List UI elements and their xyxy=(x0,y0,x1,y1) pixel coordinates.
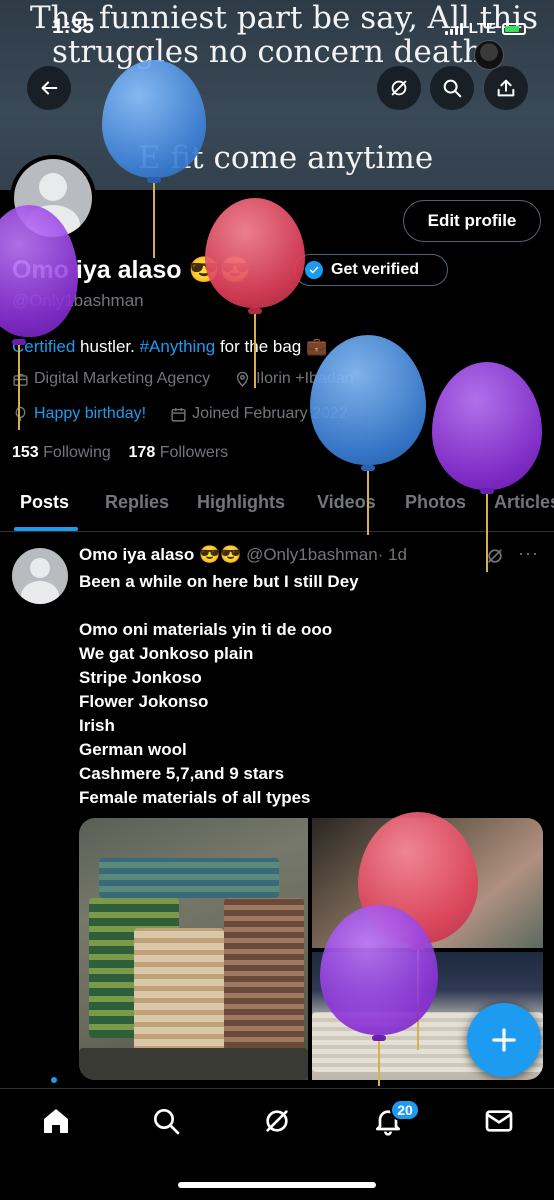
balloon-purple-3 xyxy=(320,905,440,1090)
post-line: Irish xyxy=(79,716,115,735)
post-line: Omo oni materials yin ti de ooo xyxy=(79,620,333,639)
verified-badge-icon xyxy=(305,261,323,279)
network-label: LTE xyxy=(468,20,496,37)
search-button[interactable] xyxy=(430,66,474,110)
grok-button[interactable] xyxy=(377,66,421,110)
messages-icon xyxy=(485,1110,513,1132)
bio-hashtag-link[interactable]: #Anything xyxy=(140,337,216,356)
nav-home[interactable] xyxy=(40,1105,72,1137)
notification-count-badge: 20 xyxy=(390,1099,420,1121)
post-line xyxy=(79,594,359,618)
followers-link[interactable]: 178 Followers xyxy=(129,444,229,461)
battery-icon xyxy=(502,22,526,35)
grok-icon xyxy=(391,80,407,96)
search-icon xyxy=(154,1109,180,1135)
bio-text: hustler. xyxy=(80,337,135,356)
nav-search[interactable] xyxy=(150,1105,182,1137)
post-avatar[interactable] xyxy=(12,548,68,604)
post-text: Been a while on here but I still Dey Omo… xyxy=(79,570,359,810)
nav-grok[interactable] xyxy=(261,1105,293,1137)
tab-posts[interactable]: Posts xyxy=(20,492,69,513)
calendar-icon xyxy=(171,407,186,422)
post-line: Female materials of all types xyxy=(79,788,311,807)
back-icon xyxy=(41,81,58,95)
balloon-red-1 xyxy=(205,198,305,388)
new-posts-dot xyxy=(51,1077,57,1083)
get-verified-label: Get verified xyxy=(331,261,420,278)
back-button[interactable] xyxy=(27,66,71,110)
post-time: · 1d xyxy=(377,545,407,564)
status-indicators: LTE xyxy=(444,20,526,37)
status-time: 1:35 xyxy=(52,15,95,38)
balloon-blue-2 xyxy=(310,335,428,535)
compose-post-button[interactable] xyxy=(467,1003,541,1077)
post-author[interactable]: Omo iya alaso 😎😎 xyxy=(79,545,241,564)
get-verified-button[interactable]: Get verified xyxy=(294,254,448,286)
post-line: We gat Jonkoso plain xyxy=(79,644,254,663)
share-button[interactable] xyxy=(484,66,528,110)
signal-icon xyxy=(444,22,463,35)
following-link[interactable]: 153 Following xyxy=(12,444,111,461)
share-icon xyxy=(497,79,515,97)
plus-icon xyxy=(492,1028,516,1052)
search-icon xyxy=(443,79,462,98)
post-line: German wool xyxy=(79,740,187,759)
edit-profile-button[interactable]: Edit profile xyxy=(403,200,541,242)
balloon-blue-1 xyxy=(102,60,208,260)
follow-stats: 153 Following 178 Followers xyxy=(12,444,228,462)
post-image-fabrics-stack[interactable] xyxy=(79,818,308,1080)
post-line: Flower Jokonso xyxy=(79,692,209,711)
post-line: Cashmere 5,7,and 9 stars xyxy=(79,764,285,783)
active-tab-indicator xyxy=(14,527,78,531)
tab-replies[interactable]: Replies xyxy=(105,492,169,513)
post-handle[interactable]: @Only1bashman xyxy=(246,545,378,564)
home-icon xyxy=(44,1109,68,1133)
balloon-purple-2 xyxy=(432,362,542,572)
post-line: Been a while on here but I still Dey xyxy=(79,572,359,591)
balloon-purple-1 xyxy=(0,205,80,430)
ninja-emoji-icon xyxy=(474,40,504,70)
post-line: Stripe Jonkoso xyxy=(79,668,202,687)
post-header: Omo iya alaso 😎😎 @Only1bashman· 1d xyxy=(79,545,407,565)
grok-icon xyxy=(266,1110,288,1132)
home-indicator[interactable] xyxy=(178,1182,376,1188)
tab-highlights[interactable]: Highlights xyxy=(197,492,285,513)
nav-messages[interactable] xyxy=(483,1105,515,1137)
